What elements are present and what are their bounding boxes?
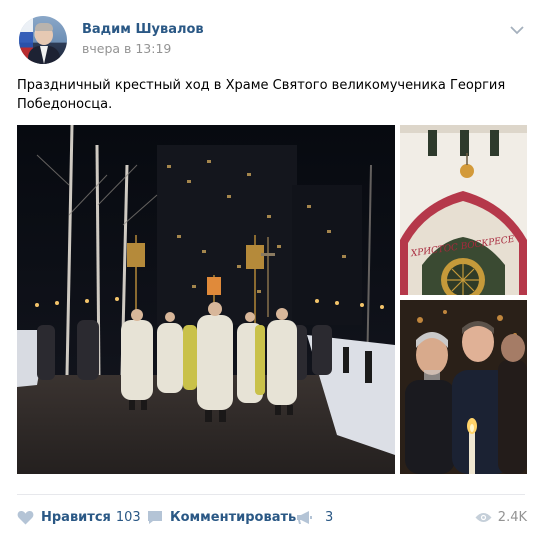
megaphone-icon — [297, 510, 312, 524]
author-name[interactable]: Вадим Шувалов — [82, 22, 204, 37]
post-time[interactable]: вчера в 13:19 — [82, 41, 171, 56]
heart-icon — [17, 510, 34, 524]
views-counter: 2.4K — [475, 505, 527, 529]
comment-icon — [148, 510, 162, 524]
like-count: 103 — [115, 509, 141, 525]
comment-label: Комментировать — [170, 509, 297, 525]
photo-people[interactable] — [400, 300, 527, 474]
avatar-hair — [35, 23, 53, 31]
chevron-down-icon[interactable] — [510, 25, 524, 35]
post-text: Праздничный крестный ход в Храме Святого… — [17, 78, 506, 112]
photo-procession[interactable] — [17, 125, 395, 474]
comment-button[interactable]: Комментировать — [147, 505, 296, 529]
eye-icon — [475, 512, 492, 522]
share-count: 3 — [325, 509, 334, 525]
divider — [17, 494, 525, 495]
post-header: Вадим Шувалов вчера в 13:19 — [0, 0, 542, 70]
photo-church[interactable]: ХРИСТОС ВОСКРЕСЕ — [400, 125, 527, 295]
like-label: Нравится — [41, 509, 111, 525]
avatar[interactable] — [19, 16, 67, 64]
share-button[interactable]: 3 — [296, 505, 333, 529]
like-button[interactable]: Нравится 103 — [17, 505, 141, 529]
views-count: 2.4K — [497, 509, 527, 525]
